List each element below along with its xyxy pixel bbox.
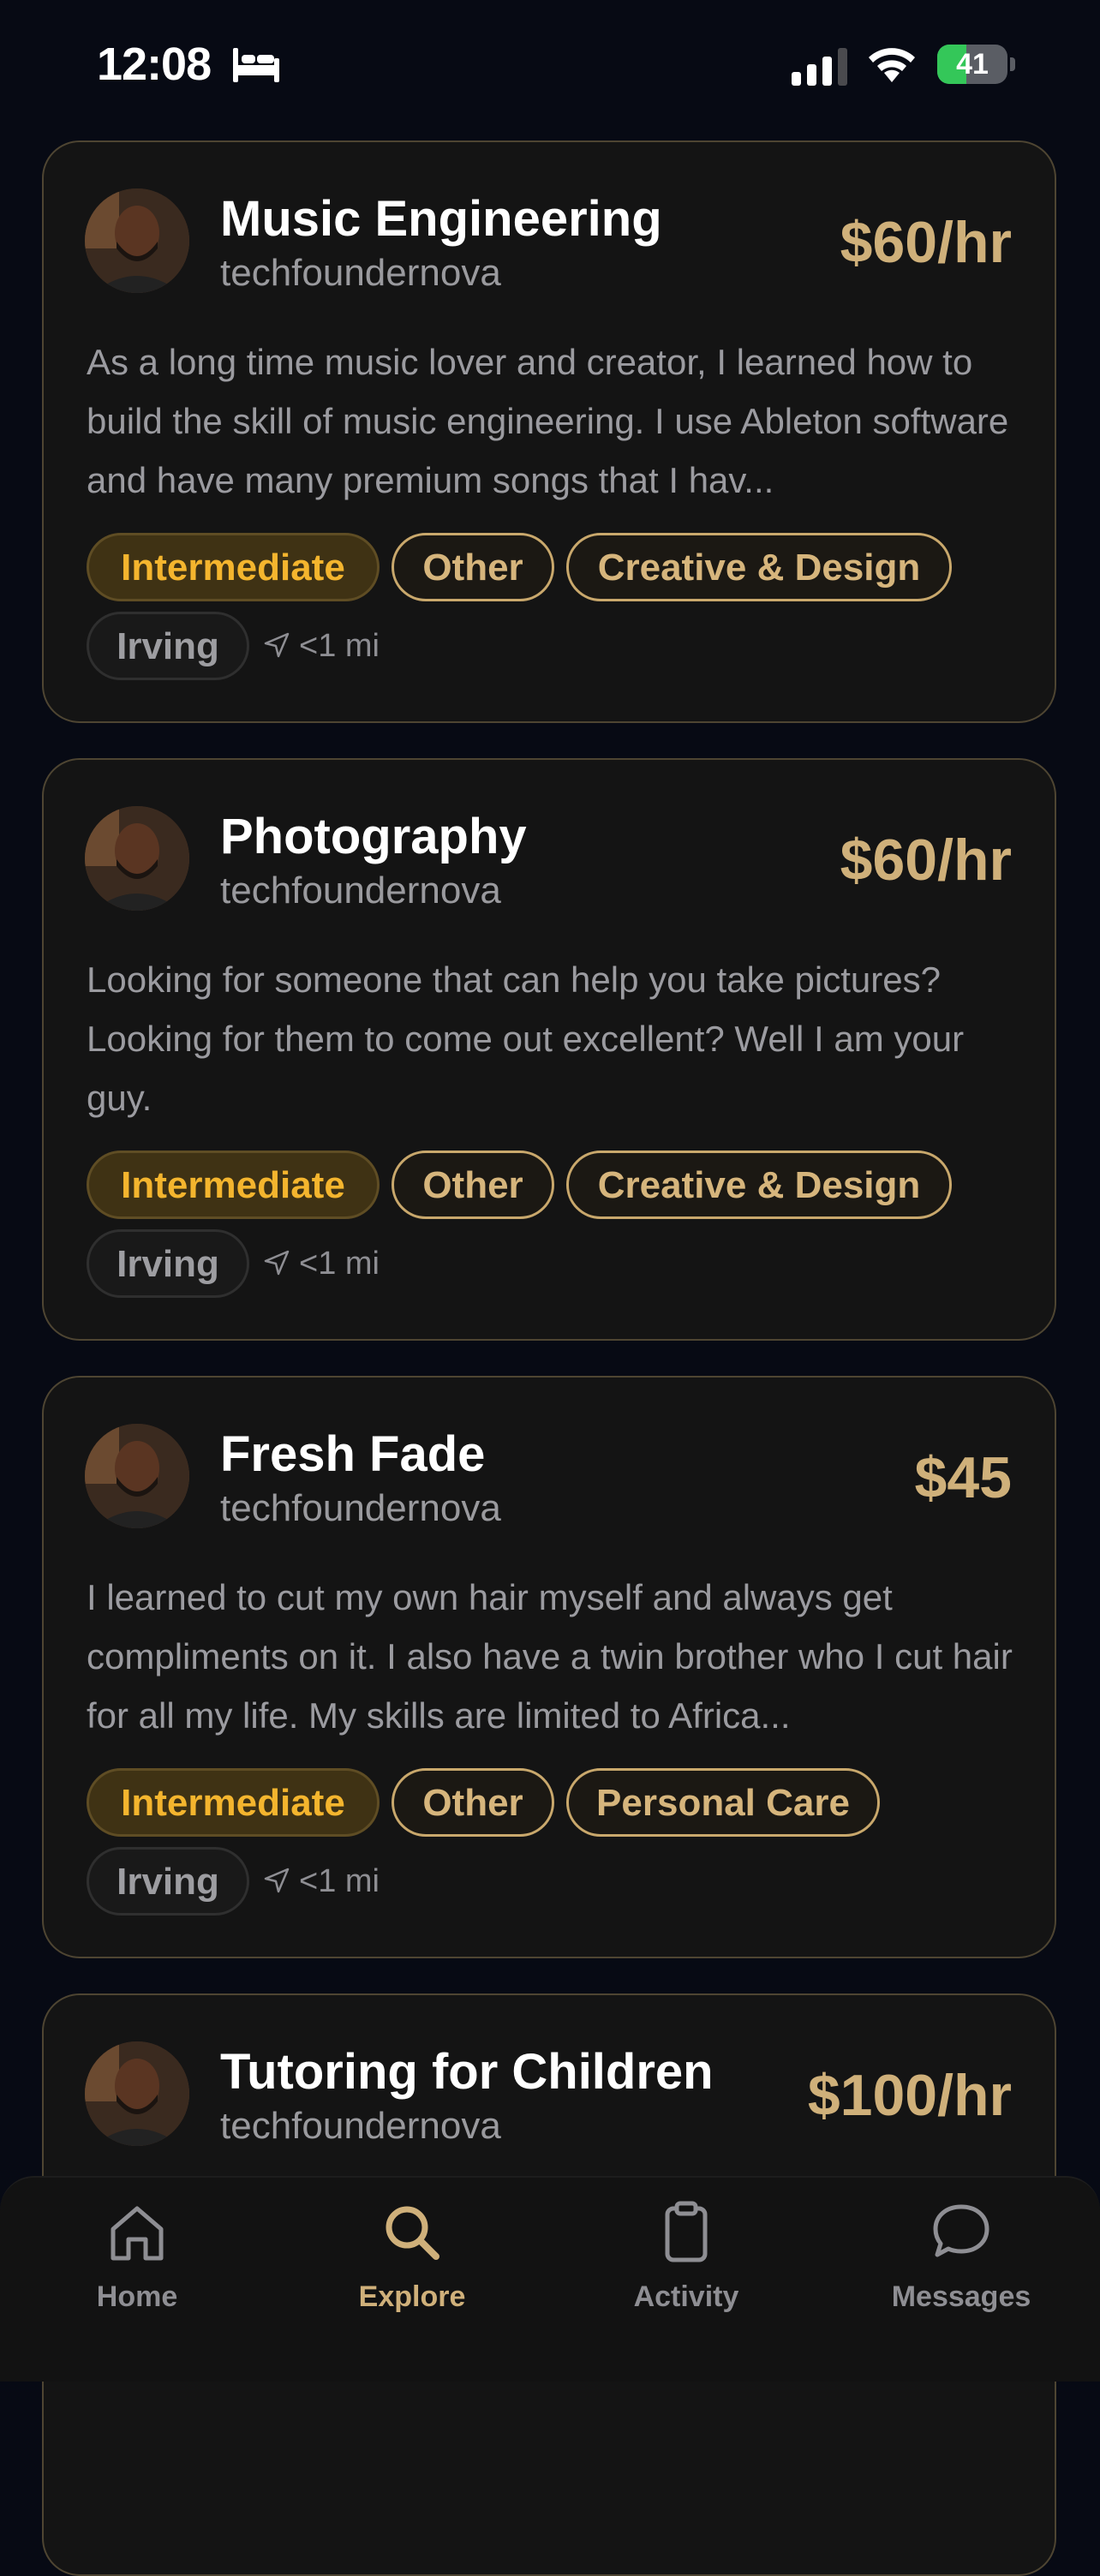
listing-description: As a long time music lover and creator, … xyxy=(87,342,1009,500)
category-tag: Other xyxy=(392,533,554,601)
distance-label: <1 mi xyxy=(263,1229,380,1298)
location-arrow-icon xyxy=(264,1868,290,1893)
city-tag: Irving xyxy=(87,1229,249,1298)
category-tag: Creative & Design xyxy=(566,533,952,601)
tab-label: Messages xyxy=(891,2280,1031,2313)
distance-value: <1 mi xyxy=(299,628,380,664)
level-tag: Intermediate xyxy=(87,1768,380,1837)
listing-description: Looking for someone that can help you ta… xyxy=(87,959,965,1118)
listing-price: $45 xyxy=(914,1445,1012,1510)
listing-username[interactable]: techfoundernova xyxy=(220,2105,501,2148)
distance-value: <1 mi xyxy=(299,1863,380,1899)
category-tag: Other xyxy=(392,1151,554,1219)
tab-label: Explore xyxy=(358,2280,466,2313)
tab-home[interactable]: Home xyxy=(51,2198,223,2327)
tab-messages[interactable]: Messages xyxy=(876,2198,1047,2327)
level-tag: Intermediate xyxy=(87,1151,380,1219)
distance-label: <1 mi xyxy=(263,612,380,680)
distance-label: <1 mi xyxy=(263,1847,380,1916)
avatar[interactable] xyxy=(85,1424,189,1528)
city-tag: Irving xyxy=(87,1847,249,1916)
listing-username[interactable]: techfoundernova xyxy=(220,252,501,295)
search-icon xyxy=(386,2206,439,2260)
location-arrow-icon xyxy=(264,1250,290,1276)
tab-label: Home xyxy=(96,2280,178,2313)
distance-value: <1 mi xyxy=(299,1246,380,1282)
home-icon xyxy=(111,2206,164,2261)
listing-username[interactable]: techfoundernova xyxy=(220,870,501,912)
listing-username[interactable]: techfoundernova xyxy=(220,1487,501,1530)
location-arrow-icon xyxy=(264,632,290,658)
category-tag: Creative & Design xyxy=(566,1151,952,1219)
tab-explore[interactable]: Explore xyxy=(326,2198,498,2327)
tab-bar: Home Explore Activity Messages xyxy=(0,2176,1100,2382)
level-tag: Intermediate xyxy=(87,533,380,601)
category-tag: Personal Care xyxy=(566,1768,880,1837)
listing-title: Music Engineering xyxy=(220,191,662,247)
city-tag: Irving xyxy=(87,612,249,680)
listing-description: I learned to cut my own hair myself and … xyxy=(87,1577,1013,1736)
listing-price: $100/hr xyxy=(807,2063,1012,2128)
clipboard-icon xyxy=(665,2201,708,2262)
chat-bubble-icon xyxy=(933,2204,989,2257)
listing-title: Tutoring for Children xyxy=(220,2044,714,2100)
avatar[interactable] xyxy=(85,2041,189,2146)
tab-activity[interactable]: Activity xyxy=(601,2198,772,2327)
listing-card[interactable]: Fresh Fade techfoundernova $45 I learned… xyxy=(42,1376,1056,1958)
avatar[interactable] xyxy=(85,806,189,911)
listing-title: Photography xyxy=(220,809,527,864)
listing-card[interactable]: Photography techfoundernova $60/hr Looki… xyxy=(42,758,1056,1341)
listing-price: $60/hr xyxy=(840,210,1012,275)
listing-feed[interactable]: Music Engineering techfoundernova $60/hr… xyxy=(0,0,1100,2576)
avatar[interactable] xyxy=(85,188,189,293)
tab-label: Activity xyxy=(633,2280,739,2313)
listing-price: $60/hr xyxy=(840,828,1012,893)
category-tag: Other xyxy=(392,1768,554,1837)
listing-card[interactable]: Music Engineering techfoundernova $60/hr… xyxy=(42,140,1056,723)
listing-title: Fresh Fade xyxy=(220,1426,486,1482)
